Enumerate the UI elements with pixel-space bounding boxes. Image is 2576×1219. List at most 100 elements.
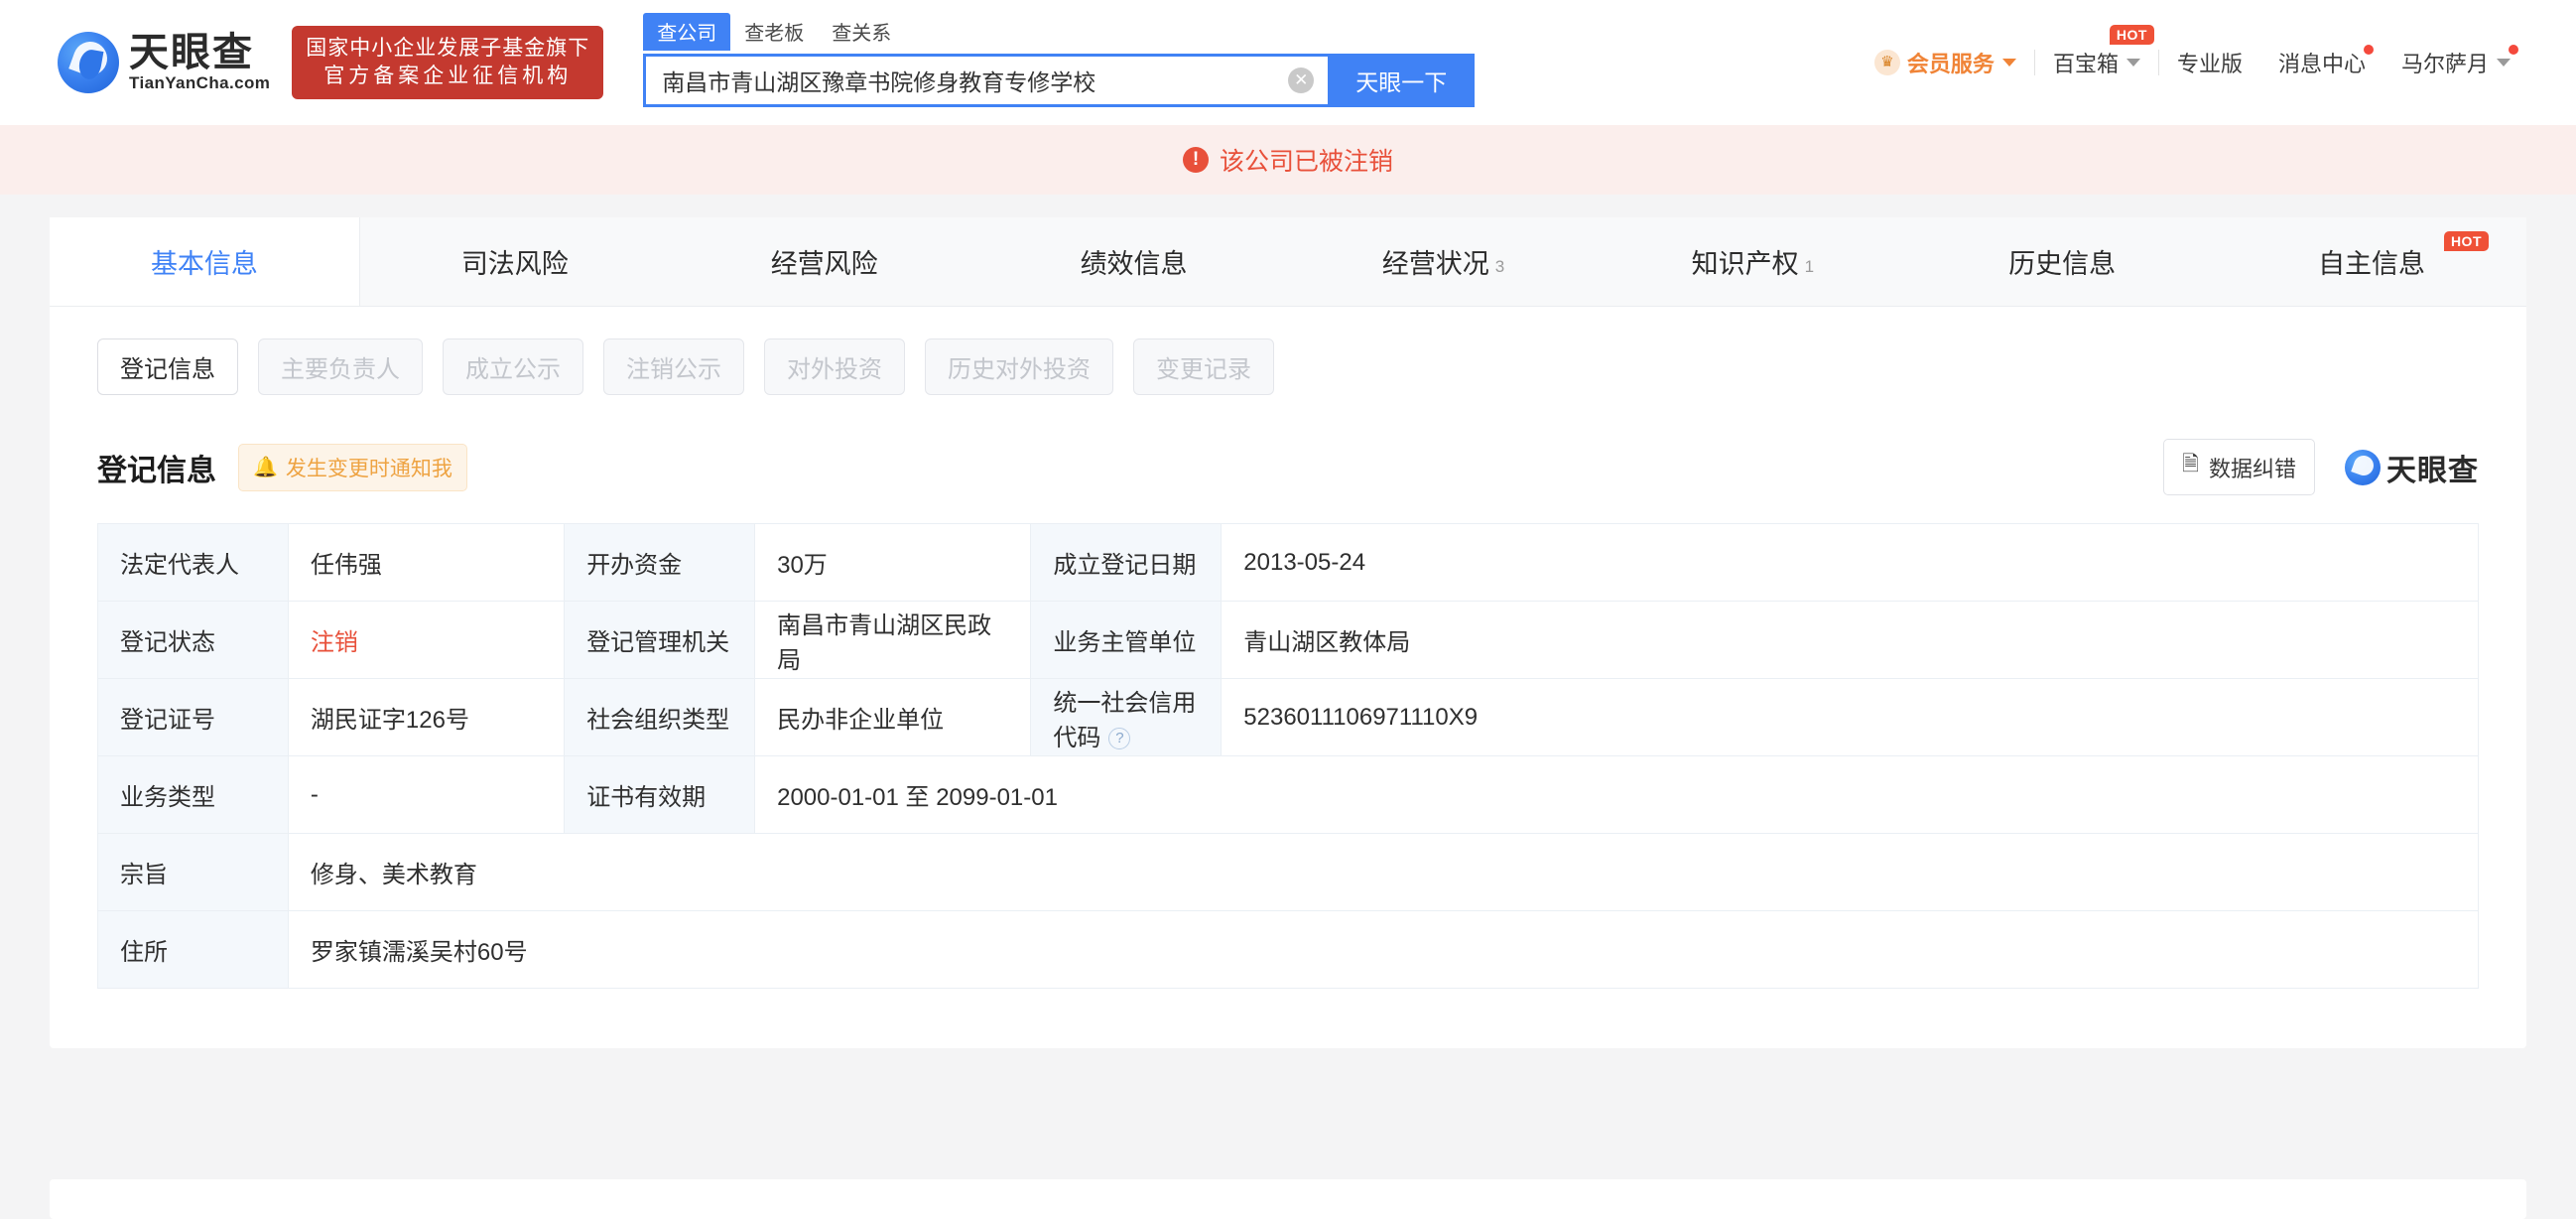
table-row: 住所 罗家镇濡溪吴村60号 bbox=[98, 911, 2479, 989]
nav-toolbox-label: 百宝箱 bbox=[2053, 47, 2119, 78]
notify-on-change-label: 发生变更时通知我 bbox=[286, 453, 452, 482]
cell-label-credit-code: 统一社会信用代码? bbox=[1031, 679, 1222, 756]
gov-certification-badge: 国家中小企业发展子基金旗下 官方备案企业征信机构 bbox=[292, 26, 603, 99]
chip-cancellation-notice[interactable]: 注销公示 bbox=[603, 339, 744, 395]
nav-toolbox[interactable]: HOT 百宝箱 bbox=[2035, 43, 2158, 82]
message-unread-dot bbox=[2364, 45, 2374, 55]
company-status-alert: ! 该公司已被注销 bbox=[0, 125, 2576, 195]
nav-user-account[interactable]: 马尔萨月 bbox=[2383, 43, 2528, 82]
cell-label-establish-date: 成立登记日期 bbox=[1031, 524, 1222, 602]
search-button[interactable]: 天眼一下 bbox=[1328, 54, 1475, 107]
cell-value-startup-capital: 30万 bbox=[755, 524, 1031, 602]
search-row: ✕ 天眼一下 bbox=[643, 54, 1475, 107]
tab-business-risk-label: 经营风险 bbox=[771, 242, 878, 281]
gov-badge-line1: 国家中小企业发展子基金旗下 bbox=[306, 35, 589, 63]
cell-value-establish-date: 2013-05-24 bbox=[1222, 524, 2479, 602]
site-logo[interactable]: 天眼查 TianYanCha.com bbox=[58, 32, 270, 93]
crown-icon bbox=[1874, 50, 1900, 75]
cell-value-business-type: - bbox=[288, 756, 564, 834]
tianyancha-logo-icon bbox=[2345, 450, 2381, 485]
next-section-card bbox=[50, 1179, 2526, 1219]
cell-value-address: 罗家镇濡溪吴村60号 bbox=[288, 911, 2478, 989]
table-row: 登记状态 注销 登记管理机关 南昌市青山湖区民政局 业务主管单位 青山湖区教体局 bbox=[98, 602, 2479, 679]
search-input[interactable] bbox=[662, 67, 1288, 93]
search-area: 查公司 查老板 查关系 ✕ 天眼一下 bbox=[643, 19, 1475, 107]
cell-label-supervising-unit: 业务主管单位 bbox=[1031, 602, 1222, 679]
gov-badge-line2: 官方备案企业征信机构 bbox=[306, 63, 589, 90]
tab-judicial-risk[interactable]: 司法风险 bbox=[360, 217, 670, 306]
table-row: 业务类型 - 证书有效期 2000-01-01 至 2099-01-01 bbox=[98, 756, 2479, 834]
nav-message-center-label: 消息中心 bbox=[2278, 47, 2366, 78]
cell-label-org-type: 社会组织类型 bbox=[565, 679, 755, 756]
chevron-down-icon bbox=[2497, 59, 2511, 67]
sub-nav-chip-list: 登记信息 主要负责人 成立公示 注销公示 对外投资 历史对外投资 变更记录 bbox=[50, 307, 2526, 395]
cell-value-registration-cert-no: 湖民证字126号 bbox=[288, 679, 564, 756]
tab-history-info-label: 历史信息 bbox=[2008, 242, 2116, 281]
section-header-actions: 🗎 数据纠错 天眼查 bbox=[2163, 439, 2479, 495]
chevron-down-icon bbox=[2002, 59, 2016, 67]
cell-label-purpose: 宗旨 bbox=[98, 834, 289, 911]
tab-performance-info[interactable]: 绩效信息 bbox=[979, 217, 1289, 306]
notify-on-change-button[interactable]: 🔔 发生变更时通知我 bbox=[238, 444, 467, 491]
data-correction-button[interactable]: 🗎 数据纠错 bbox=[2163, 439, 2315, 495]
search-tab-relation[interactable]: 查关系 bbox=[818, 13, 905, 51]
clear-search-icon[interactable]: ✕ bbox=[1288, 68, 1314, 93]
nav-member-service-label: 会员服务 bbox=[1907, 47, 1995, 78]
tab-self-info-label: 自主信息 bbox=[2318, 242, 2425, 281]
nav-message-center[interactable]: 消息中心 bbox=[2260, 43, 2383, 82]
logo-name-en: TianYanCha.com bbox=[129, 73, 270, 93]
registration-info-table-wrap: 法定代表人 任伟强 开办资金 30万 成立登记日期 2013-05-24 登记状… bbox=[50, 495, 2526, 1048]
table-row: 登记证号 湖民证字126号 社会组织类型 民办非企业单位 统一社会信用代码? 5… bbox=[98, 679, 2479, 756]
self-info-hot-badge: HOT bbox=[2444, 231, 2489, 251]
registration-info-table-body: 法定代表人 任伟强 开办资金 30万 成立登记日期 2013-05-24 登记状… bbox=[98, 524, 2479, 989]
tab-history-info[interactable]: 历史信息 bbox=[1907, 217, 2217, 306]
tab-basic-info-label: 基本信息 bbox=[151, 242, 258, 281]
nav-member-service[interactable]: 会员服务 bbox=[1857, 43, 2034, 82]
cell-value-registration-authority: 南昌市青山湖区民政局 bbox=[755, 602, 1031, 679]
tianyancha-logo-icon bbox=[58, 32, 119, 93]
nav-user-label: 马尔萨月 bbox=[2401, 47, 2489, 78]
chip-outbound-investment[interactable]: 对外投资 bbox=[764, 339, 905, 395]
chevron-down-icon bbox=[2126, 59, 2140, 67]
cell-value-supervising-unit: 青山湖区教体局 bbox=[1222, 602, 2479, 679]
cell-label-address: 住所 bbox=[98, 911, 289, 989]
cell-value-cert-validity: 2000-01-01 至 2099-01-01 bbox=[755, 756, 2479, 834]
logo-text: 天眼查 TianYanCha.com bbox=[129, 32, 270, 93]
tab-self-info[interactable]: 自主信息 HOT bbox=[2217, 217, 2526, 306]
search-tab-boss[interactable]: 查老板 bbox=[730, 13, 818, 51]
search-tab-company[interactable]: 查公司 bbox=[643, 13, 730, 51]
cell-value-purpose: 修身、美术教育 bbox=[288, 834, 2478, 911]
chip-registration-info[interactable]: 登记信息 bbox=[97, 339, 238, 395]
section-title: 登记信息 bbox=[97, 446, 216, 489]
help-icon[interactable]: ? bbox=[1108, 728, 1130, 749]
chip-change-records[interactable]: 变更记录 bbox=[1133, 339, 1274, 395]
logo-name-cn: 天眼查 bbox=[129, 32, 270, 73]
main-content-card: 基本信息 司法风险 经营风险 绩效信息 经营状况 3 知识产权 1 历史信息 自… bbox=[50, 217, 2526, 1048]
watermark-logo: 天眼查 bbox=[2345, 446, 2479, 489]
tab-judicial-risk-label: 司法风险 bbox=[461, 242, 569, 281]
tab-operating-status-count: 3 bbox=[1495, 257, 1504, 277]
toolbox-hot-badge: HOT bbox=[2110, 25, 2154, 45]
tab-basic-info[interactable]: 基本信息 bbox=[50, 217, 360, 306]
tab-intellectual-property[interactable]: 知识产权 1 bbox=[1598, 217, 1907, 306]
cell-value-credit-code: 5236011106971110X9 bbox=[1222, 679, 2479, 756]
nav-professional[interactable]: 专业版 bbox=[2159, 43, 2260, 82]
cell-value-org-type: 民办非企业单位 bbox=[755, 679, 1031, 756]
cell-label-startup-capital: 开办资金 bbox=[565, 524, 755, 602]
chip-historical-outbound-investment[interactable]: 历史对外投资 bbox=[925, 339, 1113, 395]
nav-professional-label: 专业版 bbox=[2177, 47, 2243, 78]
tab-operating-status[interactable]: 经营状况 3 bbox=[1289, 217, 1599, 306]
chip-establishment-notice[interactable]: 成立公示 bbox=[443, 339, 583, 395]
chip-principal[interactable]: 主要负责人 bbox=[258, 339, 423, 395]
search-box: ✕ bbox=[643, 54, 1328, 107]
account-alert-dot bbox=[2509, 45, 2518, 55]
cell-label-registration-authority: 登记管理机关 bbox=[565, 602, 755, 679]
cell-label-cert-validity: 证书有效期 bbox=[565, 756, 755, 834]
cell-label-registration-cert-no: 登记证号 bbox=[98, 679, 289, 756]
watermark-logo-text: 天眼查 bbox=[2386, 446, 2479, 489]
bell-icon: 🔔 bbox=[253, 455, 278, 479]
tab-business-risk[interactable]: 经营风险 bbox=[670, 217, 979, 306]
cell-value-legal-rep: 任伟强 bbox=[288, 524, 564, 602]
table-row: 宗旨 修身、美术教育 bbox=[98, 834, 2479, 911]
registration-info-table: 法定代表人 任伟强 开办资金 30万 成立登记日期 2013-05-24 登记状… bbox=[97, 523, 2479, 989]
